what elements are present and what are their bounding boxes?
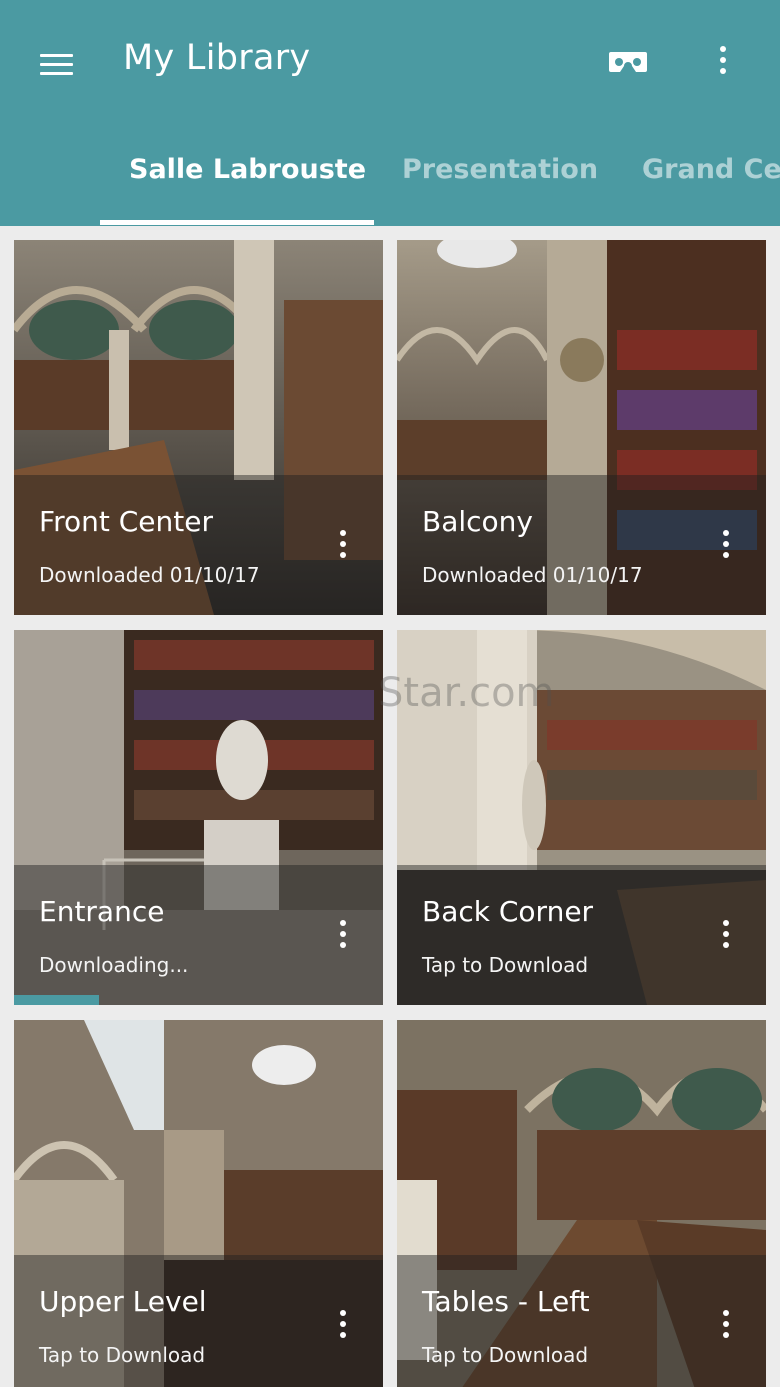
card-status: Downloaded 01/10/17 xyxy=(422,563,643,587)
app-bar: My Library Salle Labrouste Presentation … xyxy=(0,0,780,226)
card-title: Back Corner xyxy=(422,895,594,928)
card-title: Tables - Left xyxy=(422,1285,590,1318)
watermark: Star.com xyxy=(378,670,555,716)
panorama-card-entrance[interactable]: Entrance Downloading... xyxy=(14,630,383,1005)
tab-salle-labrouste[interactable]: Salle Labrouste xyxy=(129,154,366,185)
panorama-card-balcony[interactable]: Balcony Downloaded 01/10/17 xyxy=(397,240,766,615)
card-status: Tap to Download xyxy=(422,953,589,977)
card-status: Downloaded 01/10/17 xyxy=(39,563,260,587)
card-status: Downloading... xyxy=(39,953,189,977)
download-progress-bar xyxy=(14,995,99,1005)
tab-bar: Salle Labrouste Presentation Grand Cente… xyxy=(0,140,780,226)
card-title: Upper Level xyxy=(39,1285,207,1318)
card-more-vert-icon[interactable] xyxy=(716,920,736,956)
card-more-vert-icon[interactable] xyxy=(333,920,353,956)
card-title: Entrance xyxy=(39,895,165,928)
tab-grand-center[interactable]: Grand Center xyxy=(642,154,780,185)
panorama-card-front-center[interactable]: Front Center Downloaded 01/10/17 xyxy=(14,240,383,615)
panorama-card-upper-level[interactable]: Upper Level Tap to Download xyxy=(14,1020,383,1387)
panorama-card-tables-left[interactable]: Tables - Left Tap to Download xyxy=(397,1020,766,1387)
vr-headset-icon[interactable] xyxy=(608,46,648,78)
active-tab-indicator xyxy=(100,220,374,225)
card-more-vert-icon[interactable] xyxy=(716,530,736,566)
card-more-vert-icon[interactable] xyxy=(333,530,353,566)
card-title: Balcony xyxy=(422,505,533,538)
card-more-vert-icon[interactable] xyxy=(716,1310,736,1346)
tab-presentation[interactable]: Presentation xyxy=(402,154,598,185)
card-status: Tap to Download xyxy=(39,1343,206,1367)
more-vert-icon[interactable] xyxy=(710,46,736,82)
hamburger-menu-icon[interactable] xyxy=(40,52,74,78)
card-title: Front Center xyxy=(39,505,213,538)
card-more-vert-icon[interactable] xyxy=(333,1310,353,1346)
page-title: My Library xyxy=(123,38,311,78)
card-status: Tap to Download xyxy=(422,1343,589,1367)
